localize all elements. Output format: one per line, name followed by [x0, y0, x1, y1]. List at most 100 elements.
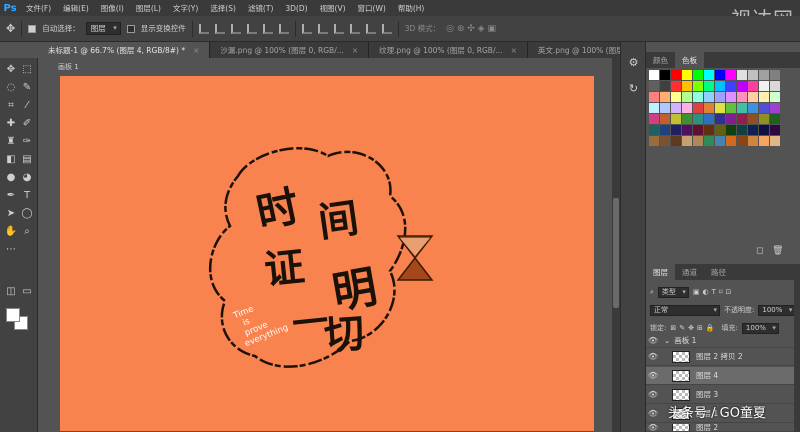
scroll-thumb[interactable]	[613, 198, 619, 308]
crop-icon[interactable]: ⌗	[4, 100, 18, 112]
color-swatch[interactable]	[759, 92, 769, 102]
color-swatch[interactable]	[737, 114, 747, 124]
color-swatch[interactable]	[671, 114, 681, 124]
align-left-icon[interactable]	[246, 23, 257, 34]
color-swatch[interactable]	[693, 125, 703, 135]
color-swatch[interactable]	[671, 125, 681, 135]
more-tools-icon[interactable]: ⋯	[4, 244, 18, 256]
color-swatch[interactable]	[682, 125, 692, 135]
color-swatch[interactable]	[726, 136, 736, 146]
color-swatch[interactable]	[715, 81, 725, 91]
color-swatch[interactable]	[660, 125, 670, 135]
color-swatch[interactable]	[737, 92, 747, 102]
color-swatch[interactable]	[682, 92, 692, 102]
color-swatch[interactable]	[748, 103, 758, 113]
color-swatch[interactable]	[759, 114, 769, 124]
auto-select-dropdown[interactable]: 图层	[85, 22, 121, 35]
menu-layer[interactable]: 图层(L)	[130, 3, 167, 14]
path-select-icon[interactable]: ➤	[4, 208, 18, 220]
color-swatch[interactable]	[726, 114, 736, 124]
color-swatch[interactable]	[671, 81, 681, 91]
color-swatch[interactable]	[715, 136, 725, 146]
tab-color[interactable]: 颜色	[646, 52, 675, 68]
color-swatch[interactable]	[704, 114, 714, 124]
fill-input[interactable]: 100%	[741, 322, 779, 334]
screen-mode-icon[interactable]: ▭	[20, 286, 34, 298]
align-hcenter-icon[interactable]	[262, 23, 273, 34]
hand-icon[interactable]: ✋	[4, 226, 18, 238]
align-right-icon[interactable]	[278, 23, 289, 34]
auto-select-checkbox[interactable]	[28, 24, 37, 33]
color-swatch[interactable]	[737, 125, 747, 135]
color-swatch[interactable]	[704, 92, 714, 102]
color-swatch[interactable]	[759, 70, 769, 80]
menu-select[interactable]: 选择(S)	[204, 3, 242, 14]
color-swatch[interactable]	[726, 103, 736, 113]
color-swatch[interactable]	[660, 103, 670, 113]
eye-icon[interactable]: 👁	[646, 424, 660, 431]
menu-filter[interactable]: 滤镜(T)	[242, 3, 279, 14]
color-swatch[interactable]	[748, 81, 758, 91]
color-swatch[interactable]	[682, 103, 692, 113]
eye-icon[interactable]: 👁	[646, 371, 660, 380]
color-swatch[interactable]	[770, 70, 780, 80]
lasso-icon[interactable]: ◌	[4, 82, 18, 94]
color-swatch[interactable]	[759, 103, 769, 113]
menu-3d[interactable]: 3D(D)	[279, 4, 313, 13]
blur-icon[interactable]: ●	[4, 172, 18, 184]
color-swatch[interactable]	[671, 70, 681, 80]
color-swatch[interactable]	[704, 125, 714, 135]
distribute-left-icon[interactable]	[349, 23, 360, 34]
color-swatch[interactable]	[660, 92, 670, 102]
move-icon[interactable]: ✥	[4, 64, 18, 76]
color-swatch[interactable]	[660, 70, 670, 80]
show-transform-checkbox[interactable]	[126, 24, 135, 33]
color-swatch[interactable]	[737, 81, 747, 91]
color-swatch[interactable]	[726, 70, 736, 80]
move-tool-icon[interactable]: ✥	[6, 22, 15, 35]
healing-icon[interactable]: ✚	[4, 118, 18, 130]
layer-filter-dropdown[interactable]: 类型	[657, 286, 689, 298]
color-swatch[interactable]	[693, 114, 703, 124]
new-swatch-icon[interactable]: ◻	[756, 246, 763, 256]
color-swatch[interactable]	[748, 125, 758, 135]
foreground-color-swatch[interactable]	[6, 308, 20, 322]
lock-icons[interactable]: ⊠✎✥⊞🔒	[670, 324, 717, 332]
align-top-icon[interactable]	[198, 23, 209, 34]
distribute-vcenter-icon[interactable]	[317, 23, 328, 34]
chevron-down-icon[interactable]: ⌄	[664, 336, 670, 345]
color-swatch[interactable]	[715, 92, 725, 102]
color-swatch[interactable]	[660, 136, 670, 146]
color-swatch[interactable]	[759, 136, 769, 146]
color-swatch[interactable]	[649, 103, 659, 113]
menu-view[interactable]: 视图(V)	[314, 3, 352, 14]
color-swatch[interactable]	[737, 103, 747, 113]
color-swatch[interactable]	[693, 92, 703, 102]
tab-paths[interactable]: 路径	[704, 264, 733, 280]
color-swatch[interactable]	[748, 70, 758, 80]
color-swatch[interactable]	[726, 92, 736, 102]
menu-window[interactable]: 窗口(W)	[352, 3, 392, 14]
color-swatch[interactable]	[682, 136, 692, 146]
3d-orbit-icon[interactable]: ◎ ⊛ ✣ ◈ ▣	[446, 24, 496, 34]
color-swatch[interactable]	[737, 136, 747, 146]
color-swatch[interactable]	[704, 70, 714, 80]
distribute-hcenter-icon[interactable]	[365, 23, 376, 34]
artboard-group-row[interactable]: 👁 ⌄ 画板 1	[646, 334, 800, 348]
color-swatch[interactable]	[682, 114, 692, 124]
color-swatch[interactable]	[693, 70, 703, 80]
color-swatch[interactable]	[770, 92, 780, 102]
color-swatch[interactable]	[704, 103, 714, 113]
color-swatch[interactable]	[649, 136, 659, 146]
distribute-right-icon[interactable]	[381, 23, 392, 34]
opacity-input[interactable]: 100%	[758, 304, 796, 316]
menu-image[interactable]: 图像(I)	[95, 3, 130, 14]
gradient-icon[interactable]: ▤	[20, 154, 34, 166]
color-swatch[interactable]	[748, 114, 758, 124]
eyedropper-icon[interactable]: ⁄	[20, 100, 34, 112]
eye-icon[interactable]: 👁	[646, 352, 660, 361]
menu-file[interactable]: 文件(F)	[20, 3, 57, 14]
color-swatch[interactable]	[726, 81, 736, 91]
tab-hourglass[interactable]: 沙漏.png @ 100% (图层 0, RGB/... ×	[210, 42, 370, 58]
color-swatch[interactable]	[715, 70, 725, 80]
